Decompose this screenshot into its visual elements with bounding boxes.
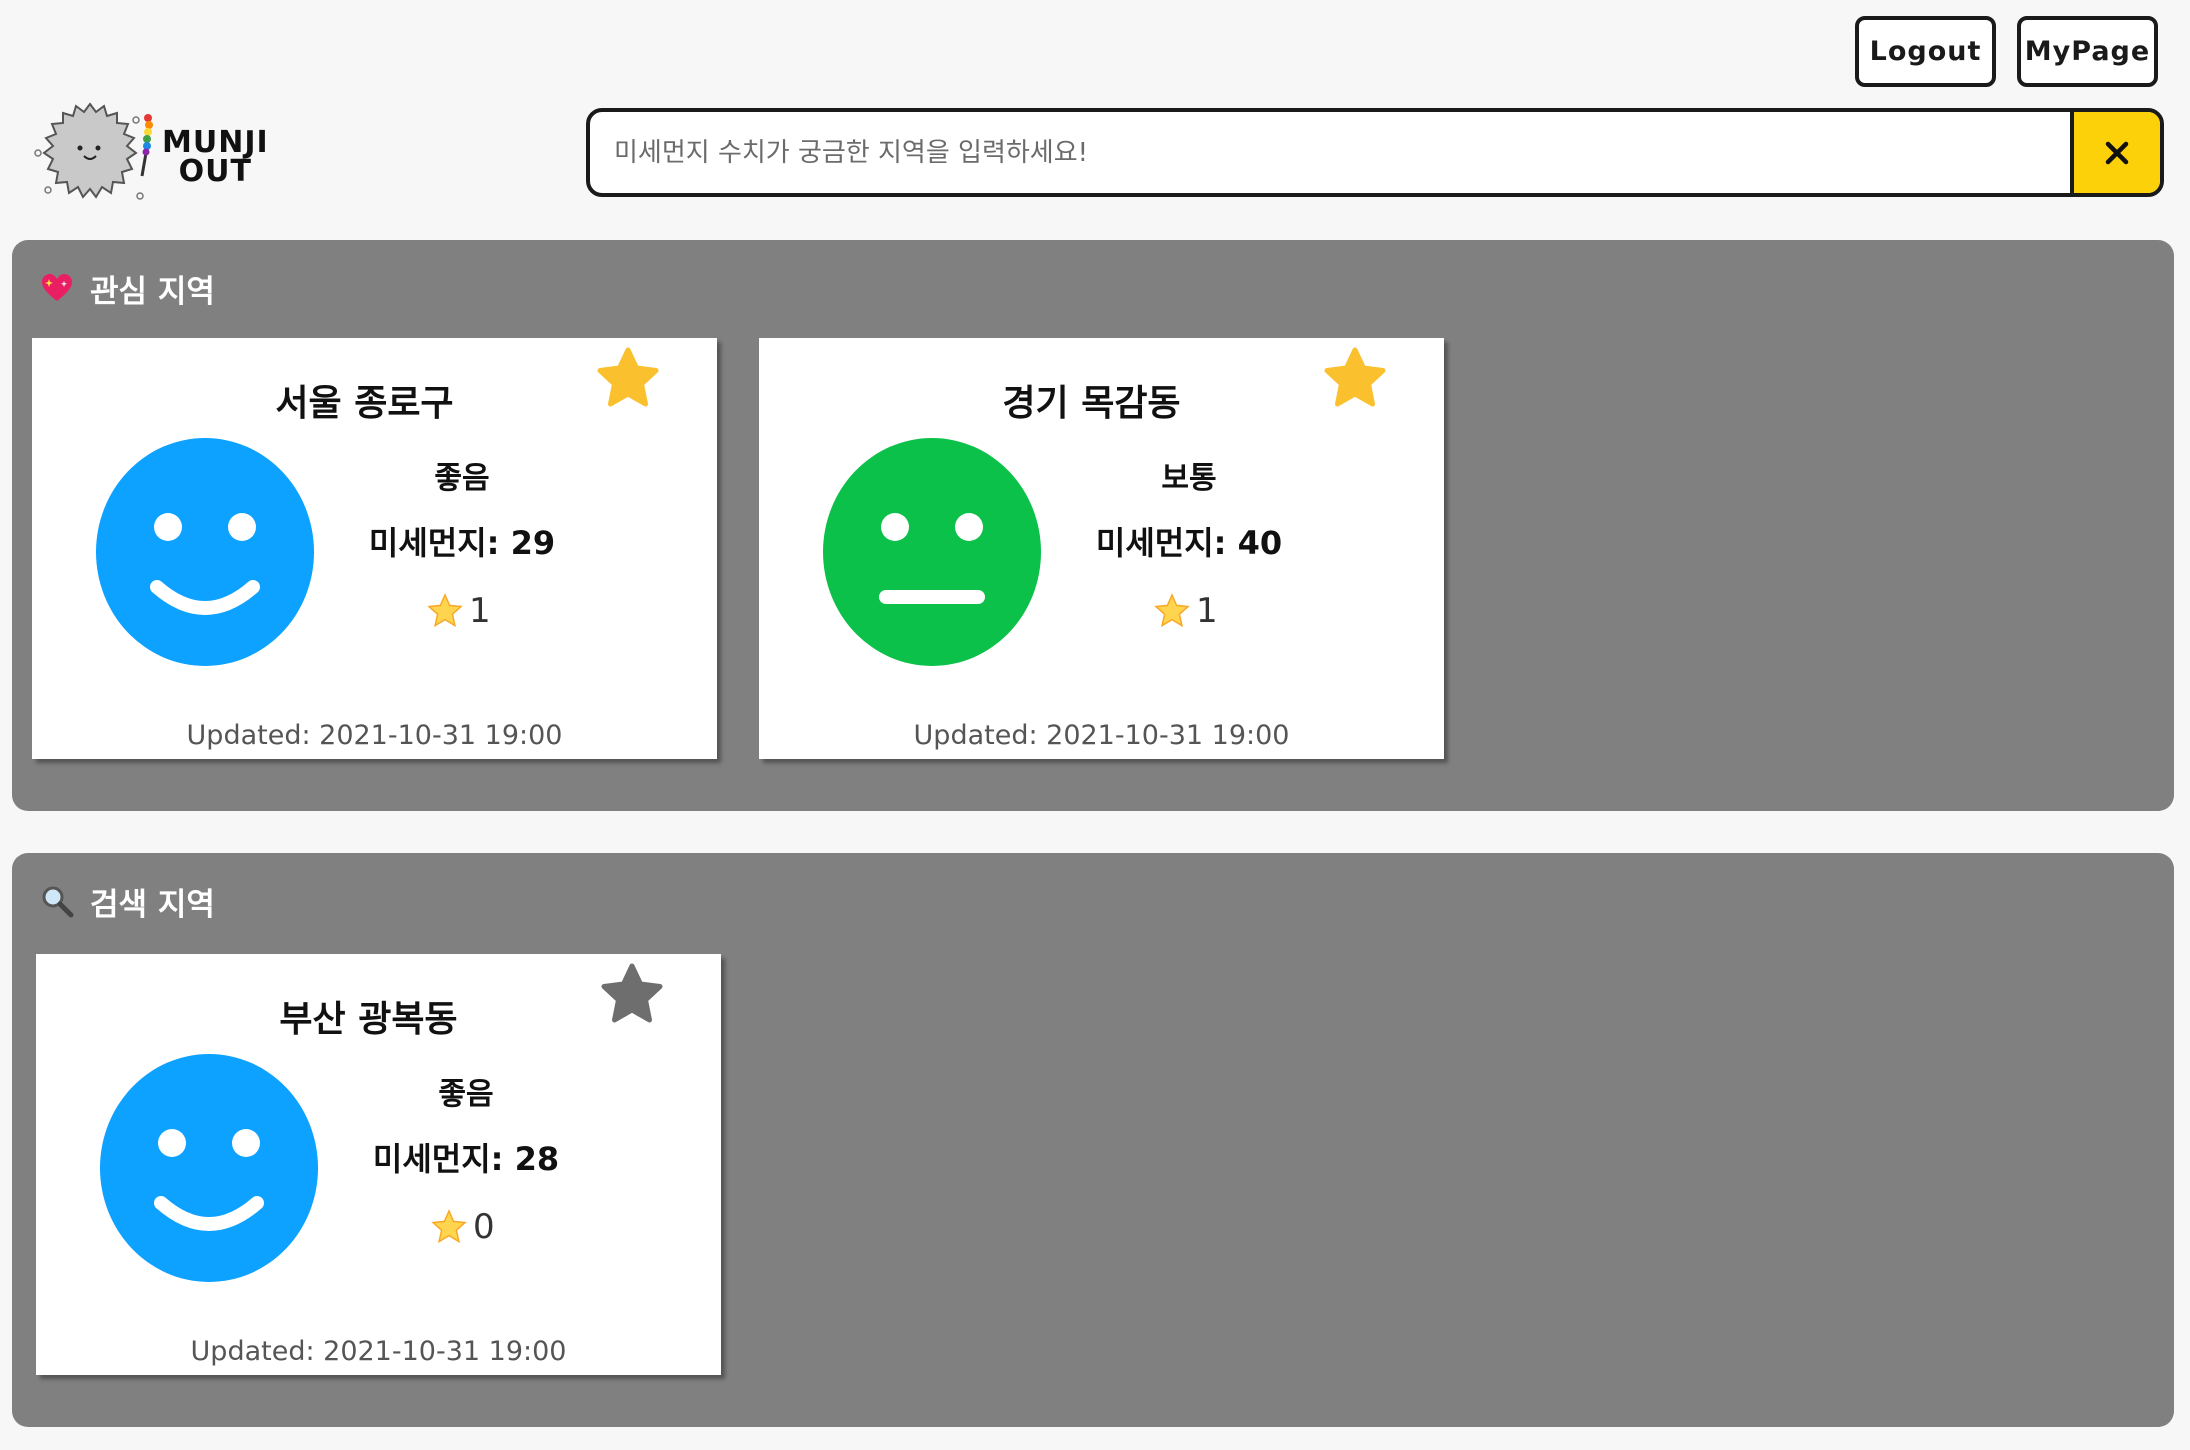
mypage-button[interactable]: MyPage [2017,16,2158,87]
logo-line-2: OUT [178,154,252,189]
favorite-count-value: 1 [1196,591,1218,631]
search-results-section: 검색 지역 부산 광복동 좋음 미세먼지: 28 0 Updated: 2021… [12,853,2174,1427]
favorite-star-icon[interactable] [1322,346,1388,412]
favorites-section: 관심 지역 서울 종로구 좋음 미세먼지: 29 1 Updated: 2021… [12,240,2174,811]
magnifier-icon [42,886,74,918]
dust-value: 미세먼지: 40 [1095,524,1283,562]
search-section-title: 검색 지역 [40,881,215,923]
search-input[interactable] [590,112,2071,193]
air-status: 좋음 [434,461,490,496]
favorite-count-value: 0 [473,1207,495,1247]
region-card[interactable]: 서울 종로구 좋음 미세먼지: 29 1 Updated: 2021-10-31… [32,338,717,759]
clear-search-button[interactable] [2070,112,2160,193]
favorites-section-label: 관심 지역 [90,273,215,310]
region-card[interactable]: 경기 목감동 보통 미세먼지: 40 1 Updated: 2021-10-31… [759,338,1444,759]
air-status: 보통 [1161,461,1217,496]
favorite-count-value: 1 [469,591,491,631]
favorite-count: 0 [431,1206,495,1248]
dust-value: 미세먼지: 29 [368,524,556,562]
air-status: 좋음 [438,1077,494,1112]
updated-time: Updated: 2021-10-31 19:00 [913,720,1290,751]
close-icon [2105,141,2129,164]
star-icon [431,1209,467,1244]
region-card[interactable]: 부산 광복동 좋음 미세먼지: 28 0 Updated: 2021-10-31… [36,954,721,1375]
page: Logout MyPage MUNJI OUT 미세먼지 수치가 궁금한 지역을… [0,0,2190,1450]
logo-text: MUNJI OUT [162,125,269,189]
star-icon [427,593,463,628]
dust-value: 미세먼지: 28 [372,1140,560,1178]
favorites-section-title: 관심 지역 [40,268,215,310]
search-section-label: 검색 지역 [90,886,215,923]
neutral-face-icon [823,438,1041,666]
sparkling-heart-icon [42,274,72,301]
favorite-count: 1 [427,590,491,632]
updated-time: Updated: 2021-10-31 19:00 [190,1336,567,1367]
logout-button[interactable]: Logout [1855,16,1996,87]
star-icon [1154,593,1190,628]
smile-face-icon [96,438,314,666]
favorite-star-icon[interactable] [595,346,661,412]
search-bar [586,108,2164,197]
favorite-count: 1 [1154,590,1218,632]
logo-line-1: MUNJI [162,125,269,160]
smile-face-icon [100,1054,318,1282]
favorite-star-icon[interactable] [599,962,665,1028]
updated-time: Updated: 2021-10-31 19:00 [186,720,563,751]
